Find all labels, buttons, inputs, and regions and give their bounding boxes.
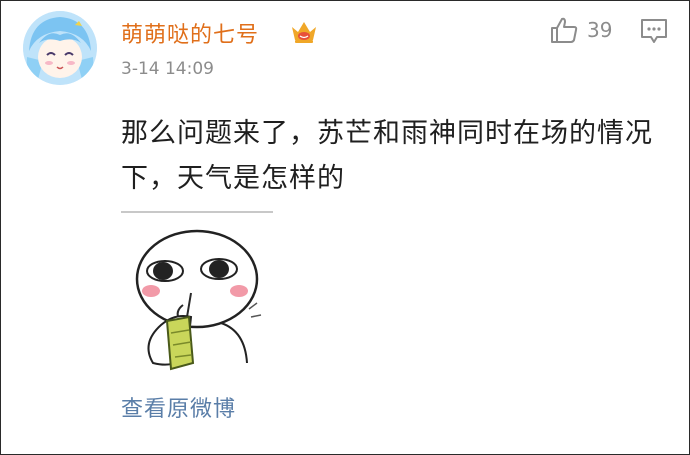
sticker-image[interactable] (121, 211, 273, 375)
view-original-weibo-link[interactable]: 查看原微博 (121, 391, 236, 423)
comment-icon (641, 19, 667, 43)
avatar[interactable] (23, 11, 97, 85)
timestamp: 3-14 14:09 (121, 59, 214, 79)
comment-text: 那么问题来了，苏芒和雨神同时在场的情况下，天气是怎样的 (121, 118, 653, 194)
like-button[interactable]: 39 (549, 15, 612, 45)
reply-button[interactable] (639, 17, 669, 45)
comment-card: 萌萌哒的七号 3-14 14:09 39 那么问题来了，苏芒和雨神同时在场的情况… (0, 0, 690, 455)
like-count: 39 (587, 18, 613, 42)
vip-crown-icon (289, 17, 319, 45)
username[interactable]: 萌萌哒的七号 (121, 17, 259, 49)
thumbs-up-icon (551, 17, 578, 43)
